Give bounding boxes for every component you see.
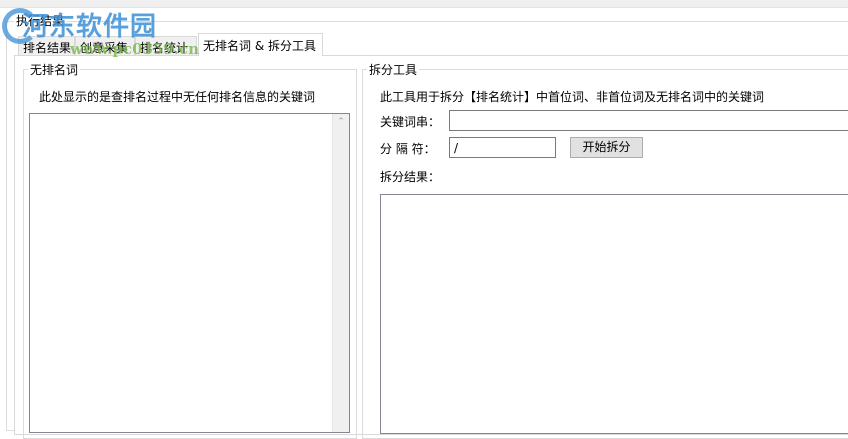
- keyword-string-label: 关键词串：: [380, 115, 441, 129]
- split-tool-description: 此工具用于拆分【排名统计】中首位词、非首位词及无排名词中的关键词: [380, 90, 765, 104]
- separator-input[interactable]: [449, 137, 556, 158]
- split-tool-group-title: 拆分工具: [367, 61, 420, 78]
- separator-label: 分 隔 符：: [380, 142, 436, 156]
- chevron-up-icon[interactable]: ⌃: [333, 117, 349, 127]
- unranked-description: 此处显示的是查排名过程中无任何排名信息的关键词: [39, 90, 316, 104]
- unranked-keyword-list[interactable]: ⌃: [29, 113, 350, 433]
- keyword-string-input[interactable]: [449, 110, 848, 131]
- split-result-label: 拆分结果：: [380, 170, 441, 184]
- tab-unranked-split-tool[interactable]: 无排名词 & 拆分工具: [198, 33, 323, 56]
- watermark-name: 河东软件园: [22, 12, 158, 42]
- start-split-button[interactable]: 开始拆分: [570, 137, 643, 158]
- split-result-textarea[interactable]: [380, 194, 848, 434]
- watermark-url: www.pc0359.cn: [70, 40, 200, 58]
- vertical-scrollbar[interactable]: ⌃: [332, 114, 349, 432]
- unranked-group-title: 无排名词: [28, 61, 81, 78]
